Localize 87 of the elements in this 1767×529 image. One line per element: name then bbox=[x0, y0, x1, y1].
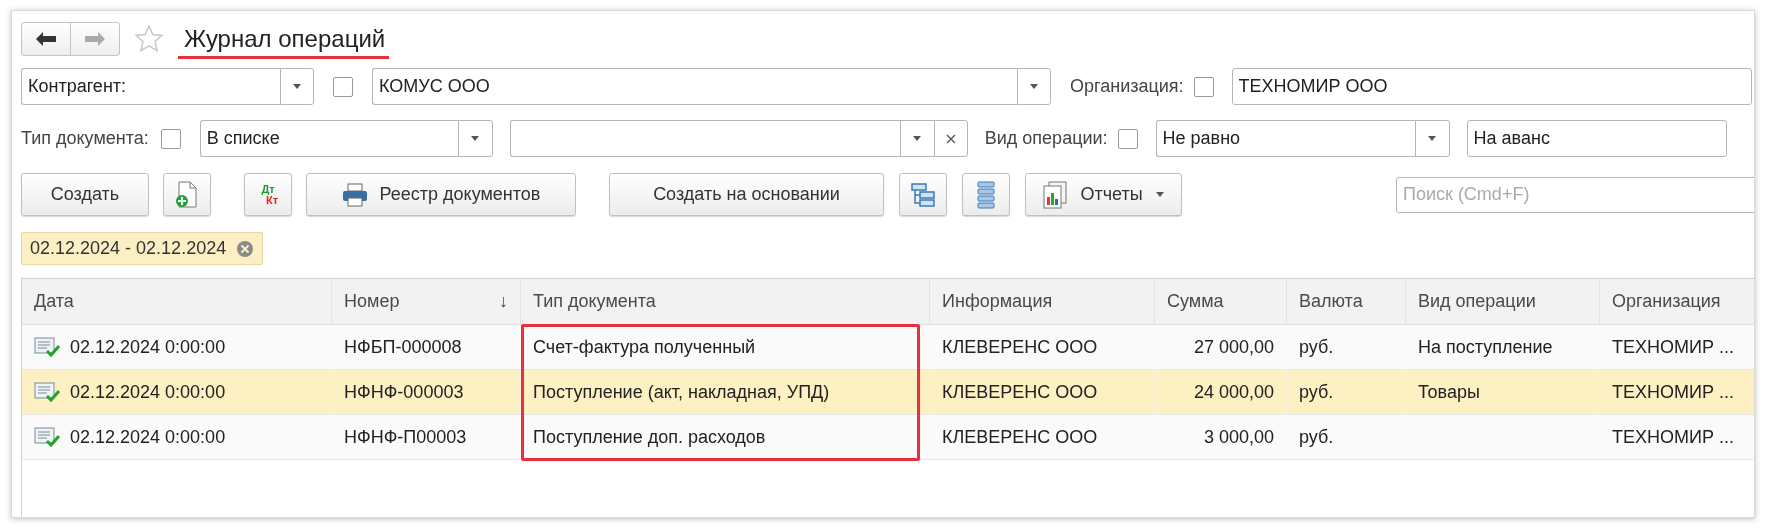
table-cell: КЛЕВЕРЕНС ООО bbox=[942, 336, 1098, 358]
add-document-button[interactable] bbox=[163, 173, 211, 216]
document-type-label: Тип документа: bbox=[21, 128, 149, 149]
table-cell: руб. bbox=[1299, 336, 1334, 358]
back-button[interactable] bbox=[21, 22, 71, 56]
search-field[interactable]: Поиск (Cmd+F) bbox=[1396, 176, 1754, 213]
printer-icon bbox=[341, 182, 368, 207]
column-header[interactable]: Организация bbox=[1600, 279, 1754, 324]
table-cell: НФБП-000008 bbox=[344, 336, 462, 358]
column-header[interactable]: Сумма bbox=[1155, 279, 1287, 324]
table-cell: Товары bbox=[1418, 381, 1480, 403]
condition-select[interactable]: В списке bbox=[199, 120, 458, 157]
condition-select[interactable]: Не равно bbox=[1155, 120, 1415, 157]
toolbar-button[interactable]: Создать bbox=[21, 173, 149, 216]
caret-icon bbox=[470, 135, 481, 142]
print-registry-button[interactable]: Реестр документов bbox=[306, 173, 576, 216]
table-cell: руб. bbox=[1299, 381, 1334, 403]
dropdown-button[interactable] bbox=[1017, 68, 1051, 105]
column-header[interactable]: Валюта bbox=[1287, 279, 1406, 324]
table-row[interactable]: 02.12.2024 0:00:00 НФНФ-000003 Поступление (акт, накладная, УПД) КЛЕВЕРЕНС ООО 24 000,00 руб. Товары ТЕХНОМИР ... bbox=[22, 370, 1754, 415]
table-cell: 02.12.2024 0:00:00 bbox=[70, 381, 226, 403]
window-title: Журнал операций bbox=[178, 25, 390, 59]
dropdown-button[interactable] bbox=[899, 120, 934, 157]
table-cell: 02.12.2024 0:00:00 bbox=[70, 426, 226, 448]
table-cell: НФНФ-П00003 bbox=[344, 426, 467, 448]
posted-document-icon bbox=[34, 381, 60, 403]
table-cell: Поступление (акт, накладная, УПД) bbox=[533, 381, 830, 403]
reports-button[interactable]: Отчеты bbox=[1025, 173, 1182, 216]
debit-credit-button[interactable]: Дт Кт bbox=[244, 173, 292, 216]
operation-type-field[interactable]: На аванс bbox=[1466, 120, 1727, 157]
list-icon bbox=[977, 180, 995, 209]
caret-icon bbox=[1427, 135, 1438, 142]
table-cell: 02.12.2024 0:00:00 bbox=[70, 336, 226, 358]
column-header[interactable]: Информация bbox=[930, 279, 1155, 324]
forward-arrow-icon bbox=[84, 31, 106, 47]
table-cell: ТЕХНОМИР ... bbox=[1612, 426, 1734, 448]
dropdown-button[interactable] bbox=[280, 68, 314, 105]
filter-field-select[interactable]: Контрагент: bbox=[21, 68, 280, 105]
table-row[interactable]: 02.12.2024 0:00:00 НФБП-000008 Счет-фактура полученный КЛЕВЕРЕНС ООО 27 000,00 руб. На поступление ТЕХНОМИР ... bbox=[22, 325, 1754, 370]
caret-icon bbox=[292, 83, 302, 90]
clear-button[interactable] bbox=[933, 120, 968, 157]
table-cell: На поступление bbox=[1418, 336, 1553, 358]
caret-icon bbox=[1154, 191, 1165, 198]
organization-label: Организация: bbox=[1070, 76, 1184, 97]
checkbox[interactable] bbox=[1117, 128, 1138, 149]
table-cell: НФНФ-000003 bbox=[344, 381, 464, 403]
table-cell: КЛЕВЕРЕНС ООО bbox=[942, 381, 1098, 403]
table-cell: 3 000,00 bbox=[1203, 426, 1274, 448]
table-cell: 27 000,00 bbox=[1193, 336, 1274, 358]
table-cell: ТЕХНОМИР ... bbox=[1612, 381, 1734, 403]
column-header[interactable]: Номер ↓ bbox=[332, 279, 521, 324]
contractor-field[interactable]: КОМУС ООО bbox=[372, 68, 1017, 105]
list-view-button[interactable] bbox=[962, 173, 1010, 216]
table-cell: Счет-фактура полученный bbox=[533, 336, 756, 358]
document-type-field[interactable] bbox=[509, 120, 900, 157]
dropdown-button[interactable] bbox=[1414, 120, 1450, 157]
toolbar-button[interactable]: Создать на основании bbox=[609, 173, 884, 216]
operation-type-label: Вид операции: bbox=[984, 128, 1108, 149]
column-header[interactable]: Вид операции bbox=[1406, 279, 1600, 324]
checkbox[interactable] bbox=[333, 76, 353, 97]
table-cell: Поступление доп. расходов bbox=[533, 426, 766, 448]
new-document-icon bbox=[174, 180, 200, 209]
period-filter-chip[interactable]: 02.12.2024 - 02.12.2024 bbox=[21, 232, 264, 265]
favorite-star-icon[interactable] bbox=[134, 24, 164, 54]
table-row[interactable]: 02.12.2024 0:00:00 НФНФ-П00003 Поступление доп. расходов КЛЕВЕРЕНС ООО 3 000,00 руб. ТЕХНОМИР ... bbox=[22, 415, 1754, 460]
hierarchy-icon bbox=[910, 181, 936, 208]
period-text: 02.12.2024 - 02.12.2024 bbox=[30, 238, 227, 259]
table-cell: ТЕХНОМИР ... bbox=[1612, 336, 1734, 358]
organization-field[interactable]: ТЕХНОМИР ООО bbox=[1231, 68, 1752, 105]
dropdown-button[interactable] bbox=[457, 120, 493, 157]
checkbox[interactable] bbox=[160, 128, 181, 149]
posted-document-icon bbox=[34, 426, 60, 448]
sort-indicator: ↓ bbox=[499, 291, 508, 312]
column-header[interactable]: Тип документа bbox=[521, 279, 930, 324]
table-cell: КЛЕВЕРЕНС ООО bbox=[942, 426, 1098, 448]
table-cell: 24 000,00 bbox=[1193, 381, 1274, 403]
checkbox[interactable] bbox=[1193, 76, 1214, 97]
table-cell: руб. bbox=[1299, 426, 1334, 448]
caret-icon bbox=[1029, 83, 1039, 90]
posted-document-icon bbox=[34, 336, 60, 358]
column-header[interactable]: Дата bbox=[22, 279, 332, 324]
remove-icon[interactable] bbox=[236, 239, 255, 258]
clear-icon bbox=[945, 133, 956, 144]
report-chart-icon bbox=[1042, 180, 1069, 209]
back-arrow-icon bbox=[35, 31, 57, 47]
structure-button[interactable] bbox=[899, 173, 947, 216]
caret-icon bbox=[912, 135, 923, 142]
